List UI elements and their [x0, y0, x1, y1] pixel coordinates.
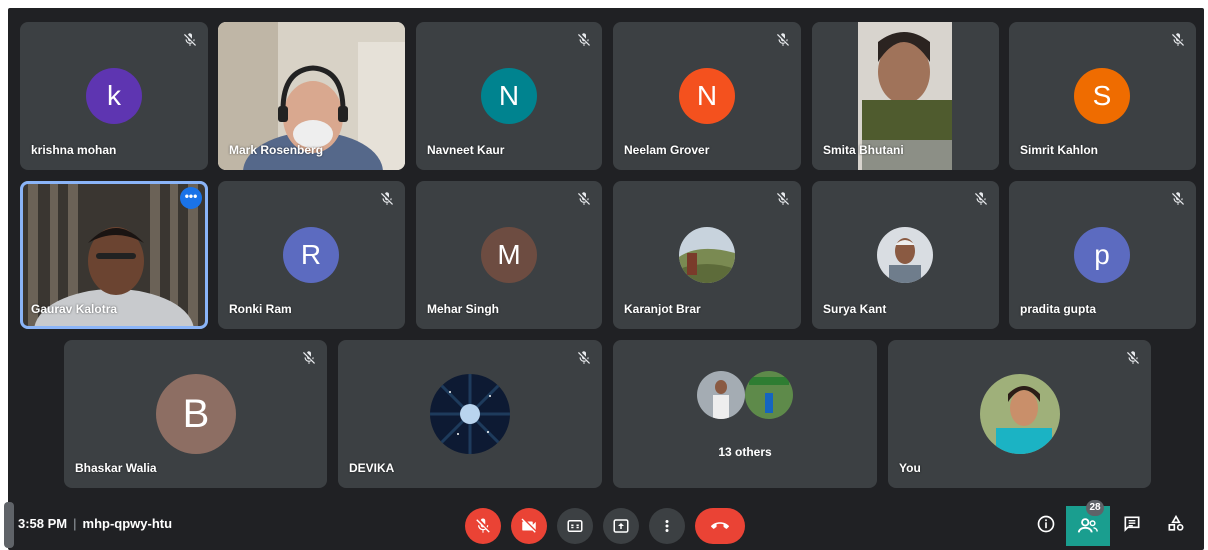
participant-name: Navneet Kaur: [427, 143, 505, 157]
avatar-photo: [745, 371, 793, 419]
avatar: k: [86, 68, 142, 124]
present-icon: [613, 519, 629, 533]
meeting-code: mhp-qpwy-htu: [82, 516, 173, 531]
participant-name: Neelam Grover: [624, 143, 710, 157]
avatar-photo: [430, 374, 510, 454]
participant-name: Ronki Ram: [229, 302, 292, 316]
info-icon: [1037, 515, 1055, 533]
meeting-time: 3:58 PM: [18, 516, 68, 531]
separator: |: [73, 516, 77, 531]
avatar-initial: N: [498, 80, 520, 111]
avatar: N: [481, 68, 537, 124]
participant-tile-navneet[interactable]: N Navneet Kaur: [416, 22, 602, 170]
avatar-initial: M: [497, 239, 521, 270]
participant-name: Karanjot Brar: [624, 302, 701, 316]
participant-name: pradita gupta: [1020, 302, 1097, 316]
more-options-button[interactable]: [649, 508, 685, 544]
avatar-photo: [697, 371, 745, 419]
avatar: B: [156, 374, 236, 454]
participant-name: Mark Rosenberg: [229, 143, 324, 157]
chat-icon: [1124, 516, 1140, 532]
participant-tile-pradita[interactable]: p pradita gupta: [1009, 181, 1196, 329]
more-vert-icon: [665, 520, 669, 532]
mic-off-icon: [777, 33, 789, 46]
more-options-icon[interactable]: •••: [180, 187, 202, 209]
participant-name: DEVIKA: [349, 461, 395, 475]
participant-name: Simrit Kahlon: [1020, 143, 1099, 157]
participant-tile-neelam[interactable]: N Neelam Grover: [613, 22, 801, 170]
mic-off-icon: [578, 192, 590, 205]
mic-off-icon: [476, 518, 490, 533]
chat-button[interactable]: [1120, 512, 1144, 536]
avatar-initial: S: [1092, 80, 1112, 111]
participant-name: Gaurav Kalotra: [31, 302, 118, 316]
participant-tile-surya[interactable]: Surya Kant: [812, 181, 999, 329]
activities-button[interactable]: [1164, 512, 1188, 536]
captions-button[interactable]: [557, 508, 593, 544]
participant-tile-smita[interactable]: Smita Bhutani: [812, 22, 999, 170]
avatar: S: [1074, 68, 1130, 124]
participant-tile-simrit[interactable]: S Simrit Kahlon: [1009, 22, 1196, 170]
participant-tile-mehar[interactable]: M Mehar Singh: [416, 181, 602, 329]
mic-toggle-button[interactable]: [465, 508, 501, 544]
meeting-details-button[interactable]: [1034, 512, 1058, 536]
mic-off-icon: [1172, 33, 1184, 46]
camera-toggle-button[interactable]: [511, 508, 547, 544]
participant-tile-bhaskar[interactable]: B Bhaskar Walia: [64, 340, 327, 488]
mic-off-icon: [578, 351, 590, 364]
participant-tile-you[interactable]: You: [888, 340, 1151, 488]
others-count-label: 13 others: [718, 445, 772, 459]
mic-off-icon: [578, 33, 590, 46]
participant-tile-devika[interactable]: DEVIKA: [338, 340, 602, 488]
present-button[interactable]: [603, 508, 639, 544]
avatar-initial: R: [300, 239, 322, 270]
avatar: N: [679, 68, 735, 124]
mic-off-icon: [184, 33, 196, 46]
leave-call-icon: [711, 522, 729, 529]
participant-tile-karanjot[interactable]: Karanjot Brar: [613, 181, 801, 329]
avatar-initial: B: [182, 391, 210, 436]
participant-name: You: [899, 461, 921, 475]
participant-tile-others[interactable]: 13 others: [613, 340, 877, 488]
meeting-info: 3:58 PM | mhp-qpwy-htu: [18, 516, 172, 531]
mic-off-icon: [303, 351, 315, 364]
bottom-control-bar: 3:58 PM | mhp-qpwy-htu 28: [8, 498, 1204, 550]
participant-name: Surya Kant: [823, 302, 887, 316]
avatar-photo: [679, 227, 735, 283]
avatar: R: [283, 227, 339, 283]
captions-icon: [567, 520, 583, 532]
avatar-initial: p: [1094, 239, 1110, 270]
participant-name: Smita Bhutani: [823, 143, 904, 157]
camera-off-icon: [521, 518, 536, 533]
mic-off-icon: [777, 192, 789, 205]
people-icon: [1077, 518, 1098, 533]
avatar-photo: [980, 374, 1060, 454]
mic-off-icon: [1127, 351, 1139, 364]
avatar-initial: k: [107, 80, 121, 111]
avatar: p: [1074, 227, 1130, 283]
avatar: M: [481, 227, 537, 283]
participant-name: Mehar Singh: [427, 302, 500, 316]
participant-tile-mark[interactable]: Mark Rosenberg: [218, 22, 405, 170]
participant-tile-ronki[interactable]: R Ronki Ram: [218, 181, 405, 329]
participant-count-badge: 28: [1086, 500, 1104, 516]
participant-name: krishna mohan: [31, 143, 117, 157]
participant-tile-krishna[interactable]: k krishna mohan: [20, 22, 208, 170]
mic-off-icon: [381, 192, 393, 205]
avatar-initial: N: [696, 80, 718, 111]
mic-off-icon: [1172, 192, 1184, 205]
participant-tile-gaurav[interactable]: ••• Gaurav Kalotra: [20, 181, 208, 329]
avatar-photo: [877, 227, 933, 283]
participant-name: Bhaskar Walia: [75, 461, 157, 475]
activities-icon: [1168, 514, 1184, 531]
mic-off-icon: [975, 192, 987, 205]
leave-call-button[interactable]: [695, 508, 745, 544]
